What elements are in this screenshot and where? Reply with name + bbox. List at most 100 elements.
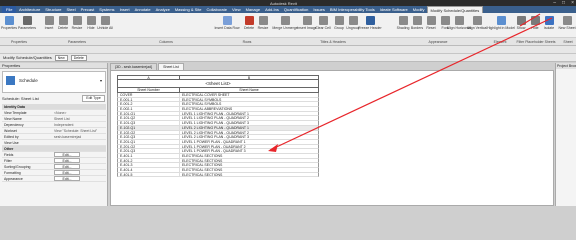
ribbon-tab-manage[interactable]: Manage bbox=[243, 6, 262, 13]
sheet-number-cell[interactable]: E-102-Q2 bbox=[118, 130, 180, 135]
parameters-button[interactable]: Parameters bbox=[18, 16, 36, 34]
ribbon-tab-bim-interoperability-tools[interactable]: BIM Interoperability Tools bbox=[327, 6, 377, 13]
highlight-in-model-button[interactable]: Highlight in Model bbox=[487, 16, 515, 34]
clear-cell-button[interactable]: Clear Cell bbox=[315, 16, 331, 34]
column-b-letter[interactable]: B bbox=[180, 76, 318, 80]
sheet-number-cell[interactable]: E-101-Q2 bbox=[118, 116, 180, 121]
edit-button[interactable]: Edit... bbox=[54, 152, 80, 157]
shading-button[interactable]: Shading bbox=[396, 16, 410, 34]
edit-button[interactable]: Edit... bbox=[54, 164, 80, 169]
ungroup-button[interactable]: Ungroup bbox=[346, 16, 360, 34]
property-value[interactable]: Edit... bbox=[52, 158, 106, 163]
sheet-name-cell[interactable]: LEVEL 1 LIGHTING PLAN - QUADRANT 3 bbox=[180, 121, 318, 125]
delete-button[interactable]: Delete bbox=[56, 16, 70, 34]
sheet-name-cell[interactable]: ELECTRICAL COVER SHEET bbox=[180, 93, 318, 97]
unhide-all-button[interactable]: Unhide All bbox=[97, 16, 113, 34]
sheet-number-cell[interactable]: E-401-3 bbox=[118, 163, 180, 167]
sheet-number-cell[interactable]: E-401-2 bbox=[118, 158, 180, 163]
hide-button[interactable]: Hide bbox=[528, 16, 542, 34]
sheet-name-cell[interactable]: ELECTRICAL SECTIONS bbox=[180, 173, 318, 177]
view-tab[interactable]: {3D - sesh.kasemirejad} bbox=[110, 63, 158, 70]
delete-button[interactable]: Delete bbox=[70, 54, 87, 61]
sheet-name-cell[interactable]: ELECTRICAL SECTIONS bbox=[180, 163, 318, 167]
ribbon-tab-analyze[interactable]: Analyze bbox=[153, 6, 172, 13]
sheet-name-cell[interactable]: ELECTRICAL SECTIONS bbox=[180, 168, 318, 172]
property-value[interactable]: Edit... bbox=[52, 152, 106, 157]
ribbon-tab-massing-site[interactable]: Massing & Site bbox=[172, 6, 204, 13]
ribbon-tab-view[interactable]: View bbox=[229, 6, 243, 13]
delete-button[interactable]: Delete bbox=[242, 16, 256, 34]
sheet-name-cell[interactable]: LEVEL 2 LIGHTING PLAN - QUADRANT 3 bbox=[180, 135, 318, 139]
sheet-number-cell[interactable]: E-102-Q1 bbox=[118, 125, 180, 130]
ribbon-tab-precast[interactable]: Precast bbox=[78, 6, 97, 13]
sheet-name-cell[interactable]: ELECTRICAL SYMBOLS bbox=[180, 102, 318, 106]
sheet-number-cell[interactable]: E-001-2 bbox=[118, 102, 180, 107]
ribbon-tab-quantification[interactable]: Quantification bbox=[281, 6, 310, 13]
schedule-row[interactable]: E-401-5 ELECTRICAL SECTIONS bbox=[117, 172, 319, 178]
insert-button[interactable]: Insert bbox=[42, 16, 56, 34]
property-value[interactable]: Independent bbox=[52, 122, 106, 127]
sheet-number-cell[interactable]: E-401-4 bbox=[118, 168, 180, 172]
ribbon-tab-annotate[interactable]: Annotate bbox=[132, 6, 153, 13]
property-value[interactable]: Edit... bbox=[52, 164, 106, 169]
align-horizontal-button[interactable]: Align Horizontal bbox=[447, 16, 471, 34]
type-selector[interactable]: Schedule ▾ bbox=[2, 71, 106, 93]
reset-button[interactable]: Reset bbox=[424, 16, 438, 34]
column-a-letter[interactable]: A bbox=[118, 76, 180, 80]
property-value[interactable]: <None> bbox=[52, 110, 106, 115]
freeze-header-button[interactable]: Freeze Header bbox=[358, 16, 382, 34]
property-value[interactable]: Edit... bbox=[52, 176, 106, 181]
sheet-name-cell[interactable]: ELECTRICAL ABBREVIATIONS bbox=[180, 107, 318, 111]
ribbon-tab-modify-schedule-quantities[interactable]: Modify Schedule/Quantities bbox=[427, 6, 483, 13]
sheet-number-cell[interactable]: E-401-5 bbox=[118, 172, 180, 177]
hide-button[interactable]: Hide bbox=[84, 16, 98, 34]
sheet-name-cell[interactable]: LEVEL 2 LIGHTING PLAN - QUADRANT 2 bbox=[180, 131, 318, 135]
sheet-number-cell[interactable]: E-201-Q1 bbox=[118, 139, 180, 144]
new-sheet-button[interactable]: New Sheet bbox=[558, 16, 576, 34]
insert-data-row-button[interactable]: Insert Data Row bbox=[214, 16, 240, 34]
resize-button[interactable]: Resize bbox=[256, 16, 270, 34]
property-value[interactable]: sesh.kasemirejad bbox=[52, 134, 106, 139]
resize-button[interactable]: Resize bbox=[70, 16, 84, 34]
sheet-number-cell[interactable]: E-101-Q3 bbox=[118, 121, 180, 125]
sheet-number-cell[interactable]: E-101-Q1 bbox=[118, 111, 180, 116]
column-header-sheet-number[interactable]: Sheet Number bbox=[118, 88, 180, 92]
ribbon-tab-collaborate[interactable]: Collaborate bbox=[204, 6, 229, 13]
sheet-number-cell[interactable]: E-201-Q2 bbox=[118, 144, 180, 149]
new-button[interactable]: New bbox=[54, 54, 68, 61]
edit-type-button[interactable]: Edit Type bbox=[82, 95, 105, 102]
ribbon-tab-file[interactable]: File bbox=[2, 6, 17, 13]
sheet-name-cell[interactable]: ELECTRICAL SYMBOLS bbox=[180, 98, 318, 102]
chevron-down-icon[interactable]: ▾ bbox=[100, 78, 102, 83]
merge-unmerge-button[interactable]: Merge Unmerge bbox=[272, 16, 298, 34]
sheet-number-cell[interactable]: E-401-1 bbox=[118, 153, 180, 158]
ribbon-tab-issues[interactable]: Issues bbox=[311, 6, 328, 13]
column-header-sheet-name[interactable]: Sheet Name bbox=[180, 88, 318, 92]
group-button[interactable]: Group bbox=[332, 16, 346, 34]
sheet-name-cell[interactable]: LEVEL 1 POWER PLAN - QUADRANT 3 bbox=[180, 149, 318, 153]
sheet-name-cell[interactable]: LEVEL 1 POWER PLAN - QUADRANT 1 bbox=[180, 140, 318, 144]
ribbon-tab-steel[interactable]: Steel bbox=[64, 6, 78, 13]
sheet-number-cell[interactable]: E-102-Q3 bbox=[118, 135, 180, 139]
show-button[interactable]: Show bbox=[514, 16, 528, 34]
property-value[interactable]: Edit... bbox=[52, 170, 106, 175]
sheet-number-cell[interactable]: E-001-1 bbox=[118, 97, 180, 102]
ribbon-tab-insert[interactable]: Insert bbox=[117, 6, 132, 13]
ribbon-tab-add-ins[interactable]: Add-Ins bbox=[263, 6, 282, 13]
sheet-name-cell[interactable]: LEVEL 1 POWER PLAN - QUADRANT 2 bbox=[180, 145, 318, 149]
align-vertical-button[interactable]: Align Vertical bbox=[467, 16, 487, 34]
sheet-name-cell[interactable]: ELECTRICAL SECTIONS bbox=[180, 159, 318, 163]
property-value[interactable]: View "Schedule: Sheet List" bbox=[52, 128, 106, 133]
sheet-number-cell[interactable]: COVER bbox=[118, 93, 180, 97]
isolate-button[interactable]: Isolate bbox=[542, 16, 556, 34]
sheet-name-cell[interactable]: ELECTRICAL SECTIONS bbox=[180, 154, 318, 158]
edit-button[interactable]: Edit... bbox=[54, 158, 80, 163]
properties-button[interactable]: Properties bbox=[1, 16, 17, 34]
insert-image-button[interactable]: Insert Image bbox=[297, 16, 317, 34]
ribbon-tab-architecture[interactable]: Architecture bbox=[16, 6, 42, 13]
ribbon-tab-systems[interactable]: Systems bbox=[97, 6, 117, 13]
sheet-number-cell[interactable]: E-201-Q3 bbox=[118, 149, 180, 153]
sheet-name-cell[interactable]: LEVEL 1 LIGHTING PLAN - QUADRANT 2 bbox=[180, 116, 318, 120]
view-tab[interactable]: Sheet List bbox=[158, 63, 184, 70]
sheet-name-cell[interactable]: LEVEL 2 LIGHTING PLAN - QUADRANT 1 bbox=[180, 126, 318, 130]
